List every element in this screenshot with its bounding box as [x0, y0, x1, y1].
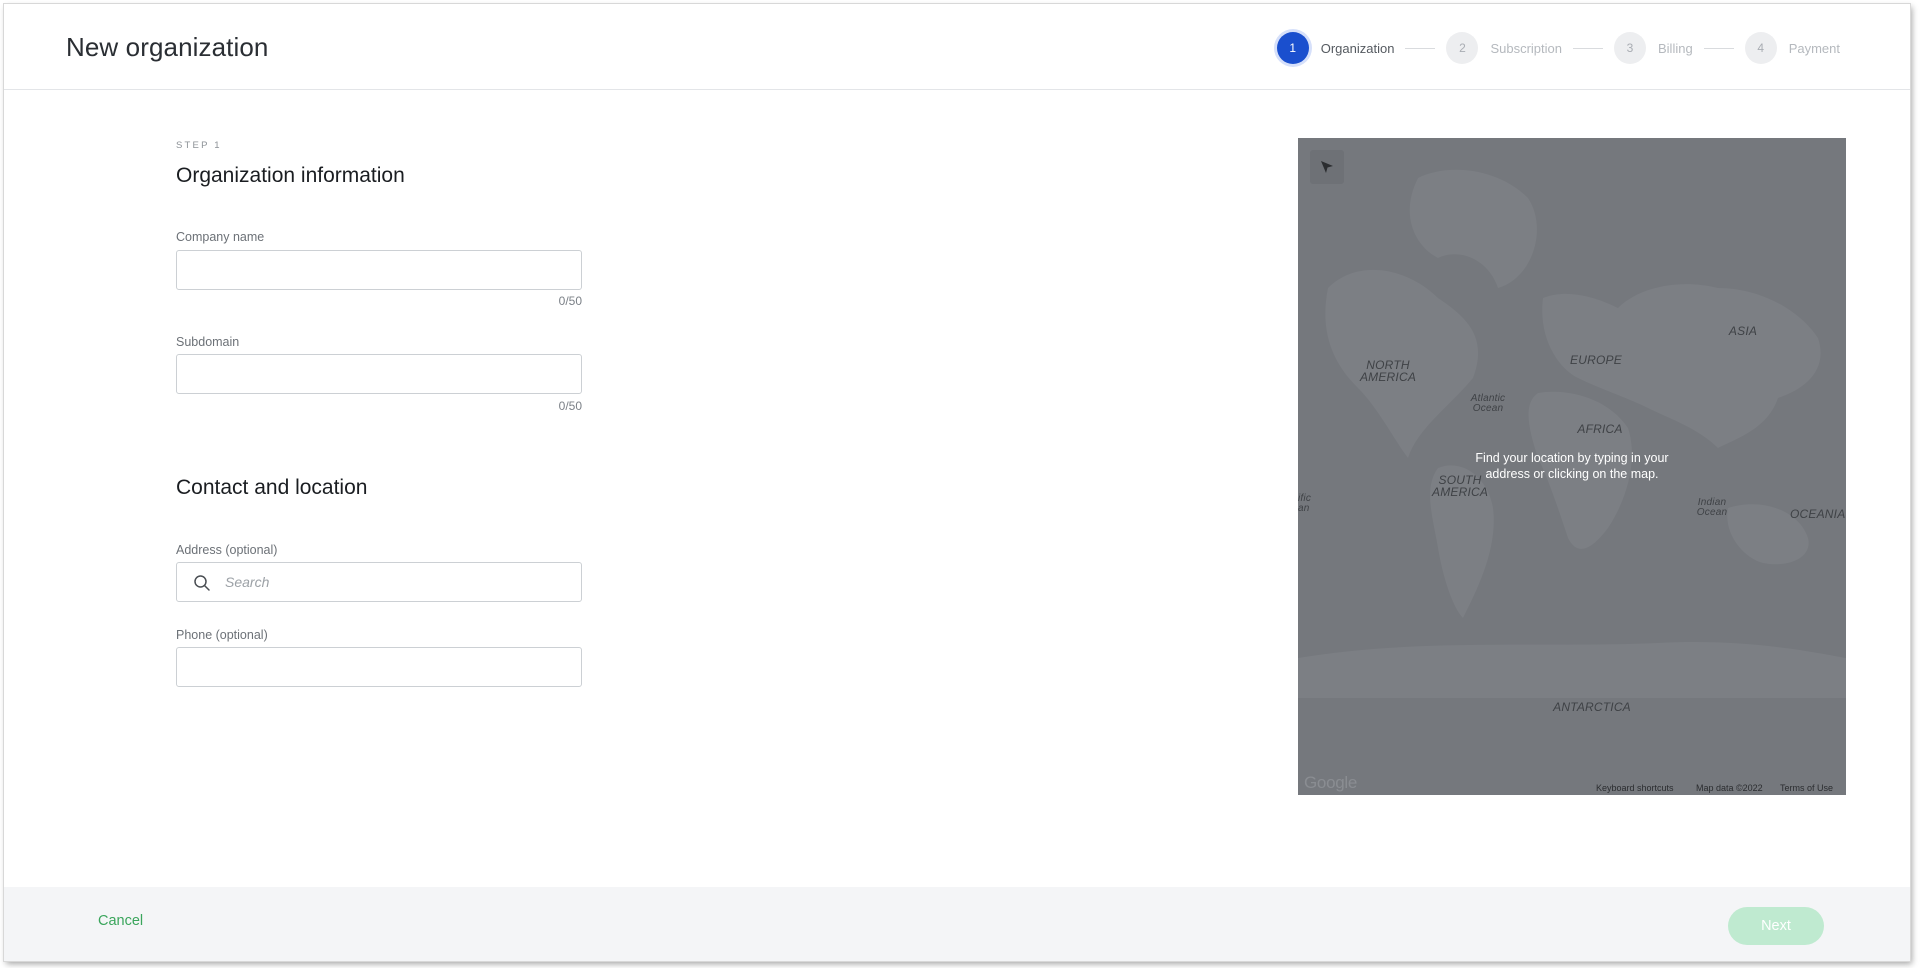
cancel-button[interactable]: Cancel: [98, 913, 143, 929]
map-label-africa: AFRICA: [1577, 422, 1623, 436]
company-name-counter: 0/50: [558, 294, 582, 308]
map-label-indian-ocean: Indian Ocean: [1696, 497, 1728, 518]
step-number: 4: [1744, 32, 1777, 64]
app-window: New organization 1 Organization 2 Subscr…: [4, 4, 1910, 961]
company-name-label: Company name: [176, 230, 265, 244]
address-search-field[interactable]: [176, 562, 582, 602]
locate-me-button[interactable]: [1310, 150, 1344, 184]
phone-label: Phone (optional): [176, 628, 268, 642]
keyboard-shortcuts-link[interactable]: Keyboard shortcuts: [1596, 783, 1674, 793]
page-title: New organization: [66, 32, 269, 62]
map-label-oceania: OCEANIA: [1790, 507, 1846, 521]
step-kicker: STEP 1: [176, 140, 222, 151]
map-label-pacific-ocean: ific an: [1298, 493, 1312, 514]
address-search-input[interactable]: [225, 563, 575, 601]
section-title-contact: Contact and location: [176, 476, 368, 499]
map-label-asia: ASIA: [1728, 324, 1758, 338]
page-header: New organization 1 Organization 2 Subscr…: [4, 4, 1910, 90]
step-connector: [1405, 47, 1436, 49]
step-number: 2: [1446, 32, 1479, 64]
subdomain-label: Subdomain: [176, 335, 240, 349]
location-map[interactable]: NORTH AMERICA Atlantic Ocean EUROPE ASIA…: [1298, 138, 1846, 795]
terms-of-use-link[interactable]: Terms of Use: [1780, 783, 1833, 793]
step-payment[interactable]: 4 Payment: [1744, 32, 1840, 64]
map-label-europe: EUROPE: [1570, 353, 1622, 367]
step-subscription[interactable]: 2 Subscription: [1446, 32, 1562, 64]
step-label: Payment: [1788, 40, 1840, 56]
page-footer: Cancel Next: [4, 887, 1910, 961]
search-icon: [194, 575, 210, 591]
company-name-input[interactable]: [176, 250, 582, 290]
step-number: 3: [1614, 32, 1646, 64]
map-label-north-america: NORTH AMERICA: [1359, 358, 1417, 384]
step-label: Organization: [1320, 40, 1395, 56]
phone-input[interactable]: [176, 647, 582, 687]
step-label: Billing: [1658, 40, 1693, 56]
map-data-attribution: Map data ©2022: [1696, 783, 1763, 793]
map-label-atlantic-ocean: Atlantic Ocean: [1470, 393, 1506, 414]
stepper: 1 Organization 2 Subscription 3 Billing …: [1276, 32, 1840, 64]
next-button[interactable]: Next: [1728, 907, 1824, 945]
step-billing[interactable]: 3 Billing: [1614, 32, 1693, 64]
section-title-organization: Organization information: [176, 164, 405, 187]
step-connector: [1703, 47, 1734, 49]
google-logo[interactable]: Google: [1304, 773, 1357, 793]
map-label-antarctica: ANTARCTICA: [1553, 700, 1631, 714]
map-hint: Find your location by typing in your add…: [1475, 451, 1669, 481]
step-organization[interactable]: 1 Organization: [1276, 32, 1395, 64]
address-label: Address (optional): [176, 543, 278, 557]
step-connector: [1573, 47, 1603, 49]
subdomain-input[interactable]: [176, 354, 582, 394]
step-label: Subscription: [1490, 40, 1562, 56]
step-number: 1: [1276, 32, 1309, 64]
navigation-arrow-icon: [1321, 161, 1333, 173]
subdomain-counter: 0/50: [558, 399, 582, 413]
